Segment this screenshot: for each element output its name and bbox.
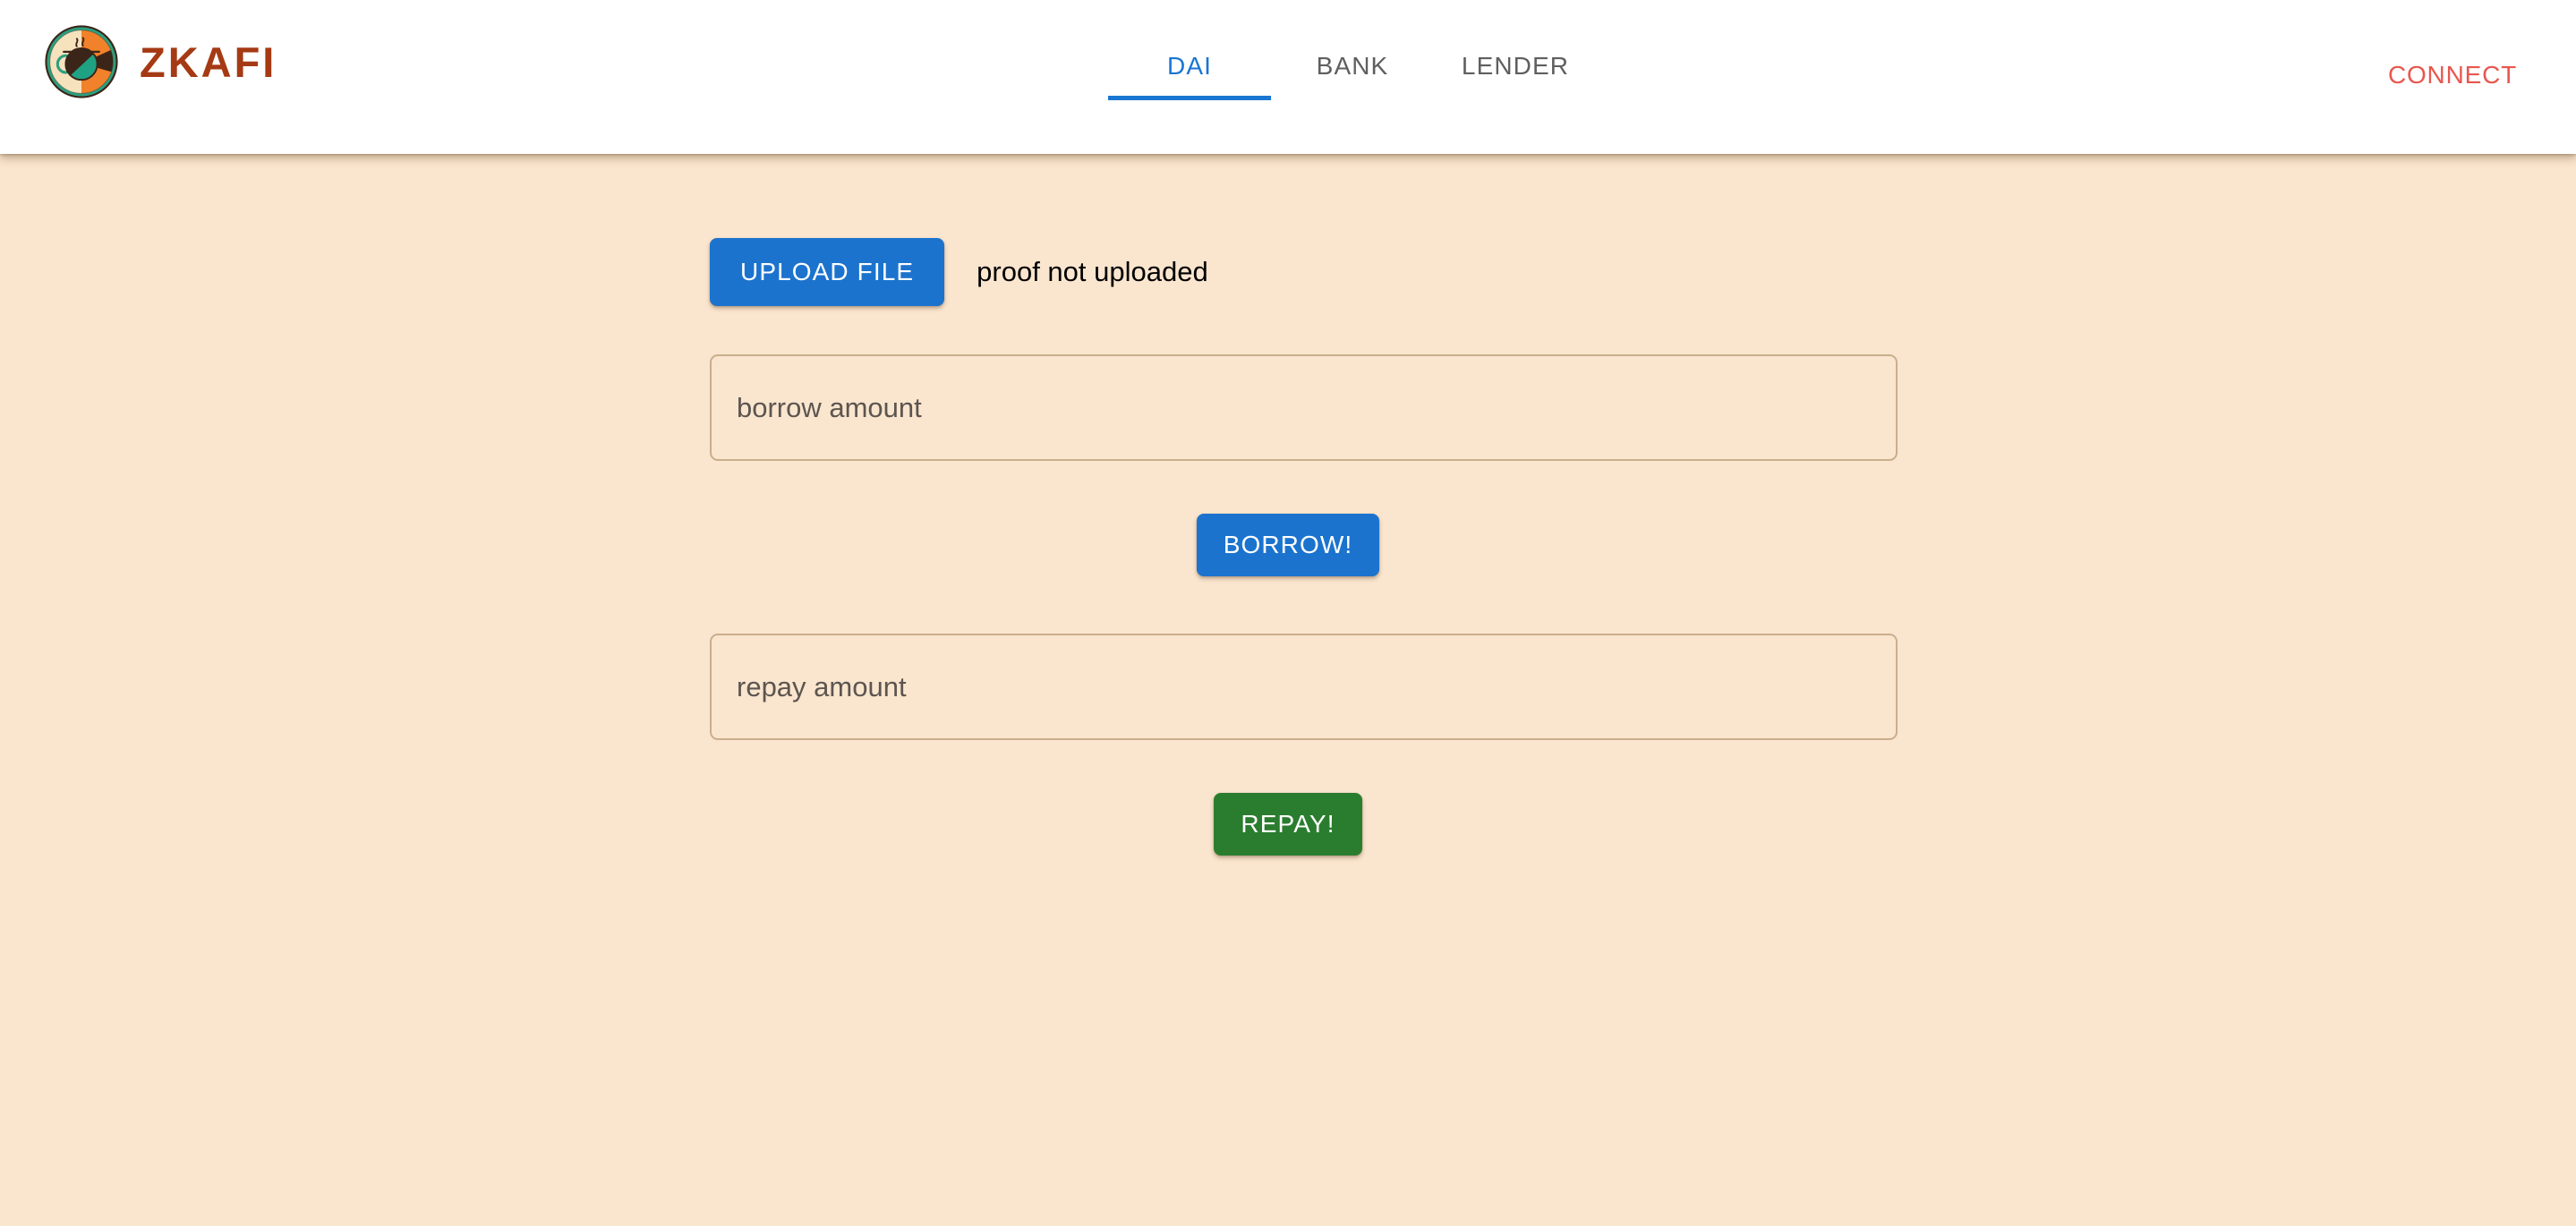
coffee-cup-circle-logo-icon: [43, 23, 120, 100]
repay-action-row: REPAY!: [0, 793, 2576, 856]
proof-status-text: proof not uploaded: [977, 256, 1208, 287]
upload-proof-row: UPLOAD FILE proof not uploaded: [710, 238, 1208, 306]
main-navigation: DAI BANK LENDER: [1108, 39, 1597, 100]
app-header: ZKAFI DAI BANK LENDER CONNECT: [0, 0, 2576, 154]
tab-dai[interactable]: DAI: [1108, 39, 1271, 100]
borrow-action-row: BORROW!: [0, 514, 2576, 576]
tab-lender[interactable]: LENDER: [1434, 39, 1597, 100]
connect-wallet-button[interactable]: CONNECT: [2376, 52, 2529, 98]
borrow-amount-input[interactable]: [710, 354, 1898, 461]
repay-amount-input[interactable]: [710, 634, 1898, 740]
brand-name: ZKAFI: [140, 38, 277, 86]
tab-bank[interactable]: BANK: [1271, 39, 1434, 100]
repay-button[interactable]: REPAY!: [1214, 793, 1362, 856]
main-content: UPLOAD FILE proof not uploaded BORROW! R…: [0, 154, 2576, 1226]
brand-logo[interactable]: ZKAFI: [43, 23, 277, 100]
borrow-button[interactable]: BORROW!: [1196, 514, 1380, 576]
upload-file-button[interactable]: UPLOAD FILE: [710, 238, 945, 306]
